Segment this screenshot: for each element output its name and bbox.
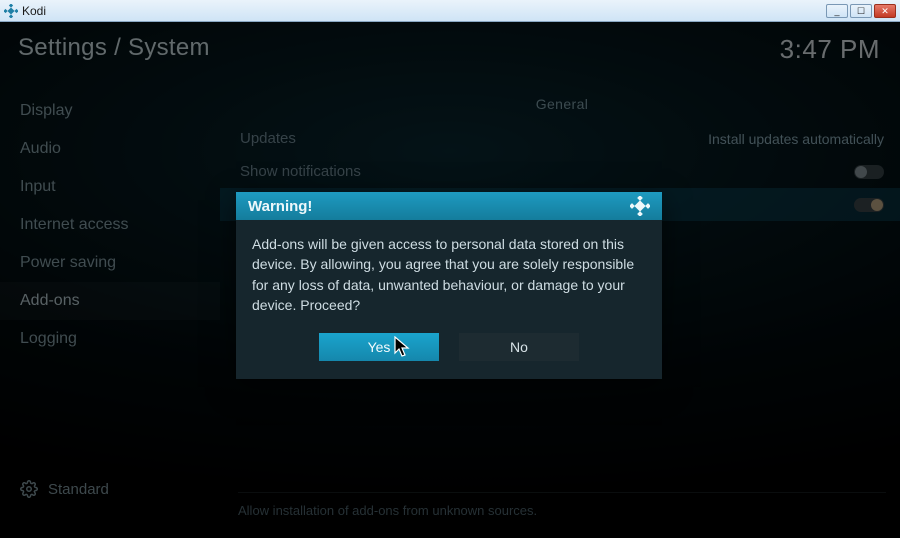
dialog-no-button[interactable]: No [459, 333, 579, 361]
warning-dialog: Warning! Add-ons will be given access to… [236, 192, 662, 379]
button-label: No [510, 339, 528, 355]
window-maximize-button[interactable]: ☐ [850, 4, 872, 18]
window-titlebar: Kodi _ ☐ ✕ [0, 0, 900, 22]
dialog-yes-button[interactable]: Yes [319, 333, 439, 361]
dialog-title: Warning! [248, 198, 312, 215]
button-label: Yes [368, 339, 391, 355]
dialog-body: Add-ons will be given access to personal… [236, 220, 662, 321]
kodi-logo-icon [630, 196, 650, 216]
window-title: Kodi [22, 4, 46, 18]
window-close-button[interactable]: ✕ [874, 4, 896, 18]
app-icon [4, 4, 18, 18]
window-minimize-button[interactable]: _ [826, 4, 848, 18]
app-root: Settings / System 3:47 PM Display Audio … [0, 22, 900, 538]
dialog-header: Warning! [236, 192, 662, 220]
